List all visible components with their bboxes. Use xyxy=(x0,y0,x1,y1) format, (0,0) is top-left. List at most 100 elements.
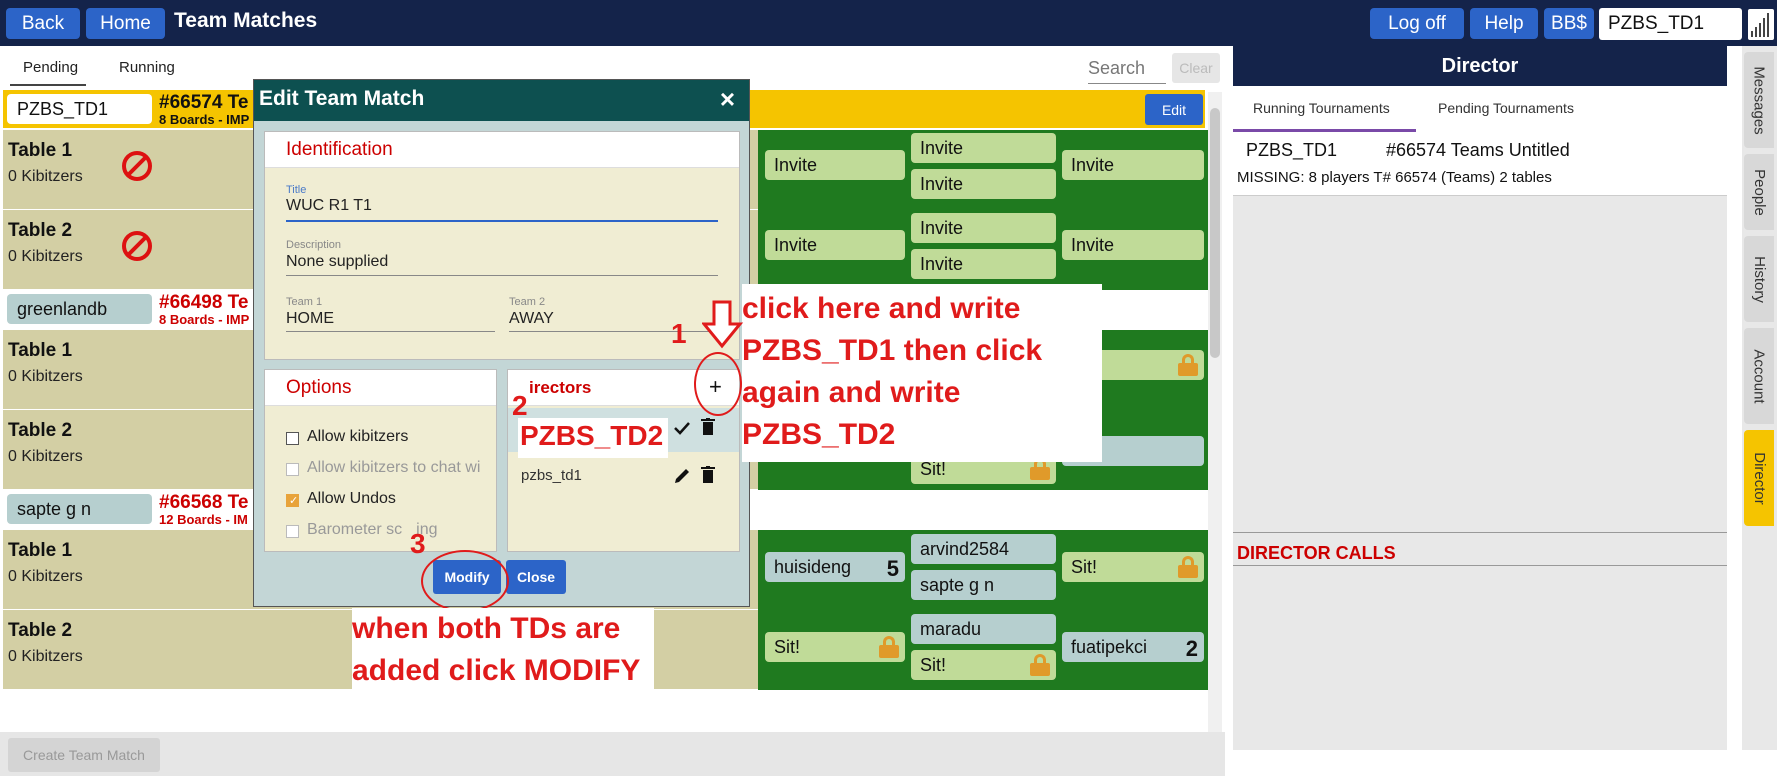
arrow-down-icon xyxy=(702,300,744,349)
title-label: Title xyxy=(286,184,307,196)
side-tabs: Messages People History Account Director xyxy=(1742,46,1777,750)
username-display: PZBS_TD1 xyxy=(1599,8,1742,40)
sidetab-director[interactable]: Director xyxy=(1744,430,1774,526)
close-button[interactable]: Close xyxy=(506,560,566,594)
lock-icon xyxy=(1178,556,1198,578)
director-tabs: Running Tournaments Pending Tournaments xyxy=(1233,86,1727,132)
badge: 2 xyxy=(1185,636,1198,661)
scrollbar[interactable] xyxy=(1208,92,1222,732)
player-button[interactable]: maradu xyxy=(911,614,1056,644)
player-button[interactable]: fuatipekci 2 xyxy=(1062,632,1204,662)
table-name: Table 2 xyxy=(8,420,73,441)
title-underline xyxy=(286,220,718,222)
lock-icon xyxy=(879,636,899,658)
invite-button[interactable]: Invite xyxy=(765,230,905,260)
description-input[interactable]: None supplied xyxy=(286,253,388,271)
help-button[interactable]: Help xyxy=(1470,8,1538,39)
invite-button[interactable]: Invite xyxy=(765,150,905,180)
options-card: Options Allow kibitzers Allow kibitzers … xyxy=(264,369,497,552)
match-subtitle: 8 Boards - IMP xyxy=(159,112,250,127)
annotation-instructions: click here and write PZBS_TD1 then click… xyxy=(742,292,1043,451)
scroll-thumb[interactable] xyxy=(1210,108,1220,358)
sit-button[interactable]: Sit! xyxy=(765,632,905,662)
kibitzer-count: 0 Kibitzers xyxy=(8,368,83,385)
logoff-button[interactable]: Log off xyxy=(1370,8,1464,39)
back-button[interactable]: Back xyxy=(6,8,80,39)
annotation-modify-instructions: when both TDs are added click MODIFY xyxy=(352,612,641,687)
invite-button[interactable]: Invite xyxy=(911,213,1056,243)
tab-running-tournaments[interactable]: Running Tournaments xyxy=(1253,100,1390,116)
annotation-circle xyxy=(421,550,509,612)
team1-underline xyxy=(286,331,495,332)
tab-pending-tournaments[interactable]: Pending Tournaments xyxy=(1438,100,1574,116)
invite-button[interactable]: Invite xyxy=(1062,150,1204,180)
invite-button[interactable]: Invite xyxy=(911,249,1056,279)
barometer-checkbox[interactable] xyxy=(286,525,299,538)
bbdollar-button[interactable]: BB$ xyxy=(1544,8,1594,39)
invite-button[interactable]: Invite xyxy=(1062,230,1204,260)
top-bar: Back Home Team Matches Log off Help BB$ … xyxy=(0,0,1777,46)
kibitzer-chat-label: Allow kibitzers to chat wi xyxy=(307,459,481,476)
trash-icon xyxy=(701,466,715,483)
annotation-step-3: 3 xyxy=(410,528,426,559)
page-title: Team Matches xyxy=(174,9,318,32)
team1-input[interactable]: HOME xyxy=(286,310,334,328)
kibitzer-chat-checkbox[interactable] xyxy=(286,463,299,476)
sidetab-messages[interactable]: Messages xyxy=(1744,52,1774,148)
close-icon[interactable]: × xyxy=(720,84,735,115)
identification-card: Identification Title WUC R1 T1 Descripti… xyxy=(264,131,740,360)
match-title: #66498 Te xyxy=(159,292,249,313)
check-icon: ✓ xyxy=(289,495,299,507)
no-entry-icon xyxy=(122,151,152,181)
identification-heading: Identification xyxy=(265,132,739,168)
lock-icon xyxy=(1030,654,1050,676)
badge: 5 xyxy=(886,556,899,581)
sidetab-history[interactable]: History xyxy=(1744,236,1774,322)
match-title: #66568 Te xyxy=(159,492,249,513)
kibitzer-count: 0 Kibitzers xyxy=(8,168,83,185)
invite-button[interactable]: Invite xyxy=(911,133,1056,163)
kibitzer-count: 0 Kibitzers xyxy=(8,448,83,465)
tab-pending[interactable]: Pending xyxy=(23,59,78,76)
title-input[interactable]: WUC R1 T1 xyxy=(286,197,372,215)
sit-button[interactable]: Sit! xyxy=(1062,552,1204,582)
player-button[interactable]: arvind2584 xyxy=(911,534,1056,564)
allow-undos-label: Allow Undos xyxy=(307,490,396,507)
seat-area: Invite Invite Invite Invite xyxy=(758,130,1208,210)
kibitzer-count: 0 Kibitzers xyxy=(8,248,83,265)
description-underline xyxy=(286,275,718,276)
lock-icon xyxy=(1178,354,1198,376)
no-entry-icon xyxy=(122,231,152,261)
seat-area: Sit! maradu Sit! fuatipekci 2 xyxy=(758,610,1208,690)
search-input[interactable]: Search xyxy=(1088,58,1166,84)
team2-input[interactable]: AWAY xyxy=(509,310,554,328)
kibitzer-count: 0 Kibitzers xyxy=(8,568,83,585)
edit-button[interactable]: Edit xyxy=(1145,94,1203,125)
clear-button[interactable]: Clear xyxy=(1172,53,1220,83)
sit-button[interactable]: Sit! xyxy=(911,650,1056,680)
tab-running[interactable]: Running xyxy=(119,59,175,76)
team2-underline xyxy=(509,331,718,332)
allow-kibitzers-checkbox[interactable] xyxy=(286,432,299,445)
sidetab-account[interactable]: Account xyxy=(1744,328,1774,424)
sidetab-people[interactable]: People xyxy=(1744,154,1774,230)
annotation-step-1: 1 xyxy=(671,318,687,349)
match-title: #66574 Te xyxy=(159,92,249,113)
match-owner: PZBS_TD1 xyxy=(7,94,152,124)
table-name: Table 2 xyxy=(8,220,73,241)
tab-underline xyxy=(10,84,86,86)
invite-button[interactable]: Invite xyxy=(911,169,1056,199)
team1-label: Team 1 xyxy=(286,296,323,308)
director-calls-heading: DIRECTOR CALLS xyxy=(1233,532,1727,566)
create-team-match-button[interactable]: Create Team Match xyxy=(8,738,160,772)
player-button[interactable]: sapte g n xyxy=(911,570,1056,600)
table-name: Table 1 xyxy=(8,140,73,161)
tournament-owner: PZBS_TD1 xyxy=(1246,140,1338,160)
match-owner: greenlandb xyxy=(7,294,152,324)
missing-status: MISSING: 8 players T# 66574 (Teams) 2 ta… xyxy=(1237,169,1552,186)
director-header: Director xyxy=(1233,46,1727,86)
tournament-list[interactable]: PZBS_TD1 #66574 Teams Untitled MISSING: … xyxy=(1233,132,1727,196)
home-button[interactable]: Home xyxy=(86,8,165,39)
player-button[interactable]: huisideng 5 xyxy=(765,552,905,582)
table-name: Table 1 xyxy=(8,540,73,561)
